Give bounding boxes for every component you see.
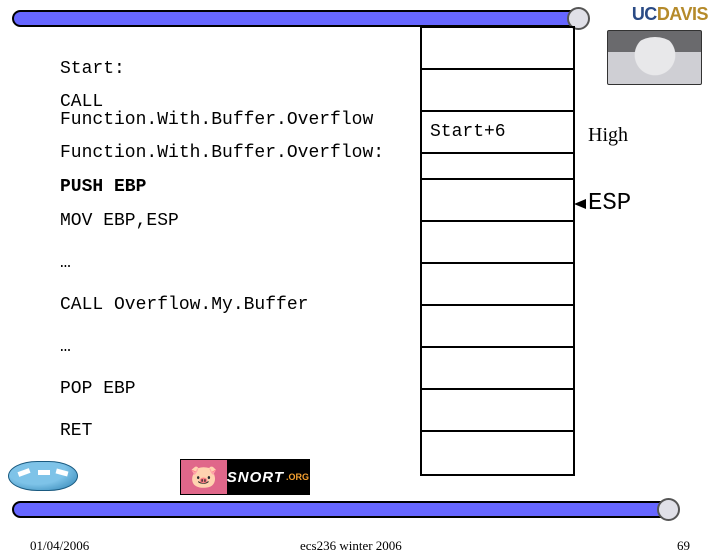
snort-logo: 🐷 SNORT .ORG <box>180 459 310 495</box>
snort-text: SNORT .ORG <box>227 460 309 494</box>
stack-cell <box>422 264 573 306</box>
stack-cell <box>422 180 573 222</box>
footer-date: 01/04/2006 <box>30 538 89 554</box>
ucdavis-logo: UCDAVIS <box>632 4 708 25</box>
esp-arrow-icon <box>574 199 586 209</box>
stack-cell <box>422 306 573 348</box>
stack-cell <box>422 432 573 474</box>
code-line: MOV EBP,ESP <box>60 200 420 242</box>
title-bar <box>12 10 582 27</box>
code-line: Function.With.Buffer.Overflow: <box>60 132 420 174</box>
stack-cell <box>422 390 573 432</box>
stack-cell <box>422 28 573 70</box>
bottom-bar <box>12 501 672 518</box>
stack-cell <box>422 154 573 180</box>
footer-course: ecs236 winter 2006 <box>300 538 402 554</box>
decorative-planet-image <box>607 30 702 85</box>
code-line: CALL Function.With.Buffer.Overflow <box>60 90 420 132</box>
bottom-bar-end-ball <box>657 498 680 521</box>
assembly-code-column: Start: CALL Function.With.Buffer.Overflo… <box>60 48 420 452</box>
code-line: POP EBP <box>60 368 420 410</box>
router-icon <box>8 453 78 498</box>
code-line: Start: <box>60 48 420 90</box>
logo-davis: DAVIS <box>657 4 708 24</box>
annotation-esp: ESP <box>588 190 698 217</box>
stack-cell <box>422 70 573 112</box>
code-line: RET <box>60 410 420 452</box>
snort-label: SNORT <box>227 469 284 486</box>
pig-icon: 🐷 <box>181 460 227 494</box>
stack-cell: Start+6 <box>422 112 573 154</box>
stack-cell <box>422 222 573 264</box>
logo-uc: UC <box>632 4 657 24</box>
code-line: … <box>60 326 420 368</box>
snort-org: .ORG <box>286 472 309 482</box>
stack-cell <box>422 348 573 390</box>
annotation-high: High <box>588 124 698 147</box>
code-line-highlight: PUSH EBP <box>60 174 420 200</box>
stack-diagram: Start+6 <box>420 26 575 476</box>
code-line: … <box>60 242 420 284</box>
footer-page-number: 69 <box>677 538 690 554</box>
code-line: CALL Overflow.My.Buffer <box>60 284 420 326</box>
